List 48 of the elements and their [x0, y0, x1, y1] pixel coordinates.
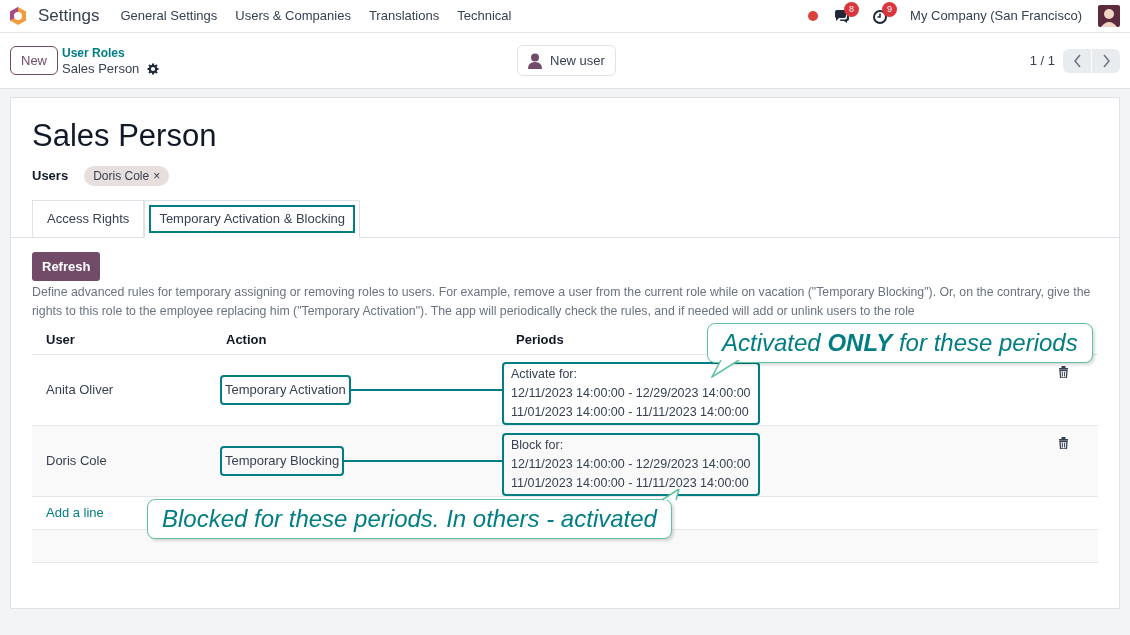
- record-title: Sales Person: [32, 117, 218, 155]
- new-button[interactable]: New: [10, 45, 58, 76]
- field-label: Users: [32, 167, 69, 186]
- count-badge: 9: [882, 1, 898, 17]
- trash-icon[interactable]: [1058, 366, 1069, 379]
- clock-icon[interactable]: [872, 8, 889, 24]
- table-cell-text: Doris Cole: [46, 452, 107, 471]
- period-range: 11/01/2023 14:00:00 - 11/11/2023 14:00:00: [511, 475, 750, 493]
- tab[interactable]: Temporary Activation & Blocking: [144, 200, 361, 238]
- person-icon: [528, 52, 542, 69]
- column-header: Periods: [516, 331, 564, 347]
- callout-tail: [711, 360, 741, 379]
- company-name[interactable]: My Company (San Francisco): [910, 6, 1082, 26]
- status-dot-icon[interactable]: [808, 11, 819, 21]
- trash-icon[interactable]: [1058, 437, 1069, 450]
- app-name[interactable]: Settings: [38, 3, 100, 29]
- menu-item[interactable]: Users & Companies: [226, 6, 360, 26]
- next-button[interactable]: [1092, 48, 1120, 73]
- chevron-right-icon: [1101, 53, 1111, 68]
- new-user-button[interactable]: New user: [517, 44, 616, 77]
- description-text: Define advanced rules for temporary assigning or removing roles to users. For example, remove a user from the current role while on vacation ("Temporary Blocking"). Or, on the contrary, give the rights to this role to the employee replacing him ("Temporary Activation"). The app will periodically check the rules, and if needed will add or unlink users to the role: [32, 284, 1092, 321]
- menu-item[interactable]: General Settings: [111, 6, 227, 26]
- previous-button[interactable]: [1063, 48, 1091, 73]
- menu-item[interactable]: Technical: [448, 6, 521, 26]
- column-header: User: [46, 331, 75, 347]
- record-name: Sales Person: [62, 60, 140, 77]
- breadcrumb-link[interactable]: User Roles: [62, 44, 160, 61]
- table-cell: Temporary Blocking: [220, 446, 345, 476]
- remove-tag-button[interactable]: ×: [153, 167, 161, 186]
- chevron-left-icon: [1072, 53, 1082, 68]
- avatar-icon[interactable]: [1098, 5, 1120, 27]
- app-logo-icon[interactable]: [8, 6, 28, 26]
- column-header: Action: [226, 331, 267, 347]
- add-line-link[interactable]: Add a line: [46, 503, 104, 523]
- callout: Blocked for these periods. In others - activated: [147, 499, 672, 540]
- menu-item[interactable]: Translations: [359, 6, 449, 26]
- period-range: 11/01/2023 14:00:00 - 11/11/2023 14:00:00: [511, 404, 750, 422]
- table-cell: Temporary Activation: [220, 375, 351, 405]
- period-range: 12/11/2023 14:00:00 - 12/29/2023 14:00:00: [511, 385, 751, 403]
- period-range: 12/11/2023 14:00:00 - 12/29/2023 14:00:00: [511, 456, 751, 474]
- user-tag[interactable]: Doris Cole ×: [84, 166, 170, 187]
- refresh-button[interactable]: Refresh: [32, 251, 101, 282]
- count-badge: 8: [844, 1, 860, 17]
- pager-value: 1 / 1: [1029, 51, 1055, 70]
- period-label: Activate for:: [511, 367, 577, 382]
- settings-icon[interactable]: [147, 62, 160, 75]
- period-label: Block for:: [511, 438, 564, 453]
- table-cell-text: Anita Oliver: [46, 381, 114, 400]
